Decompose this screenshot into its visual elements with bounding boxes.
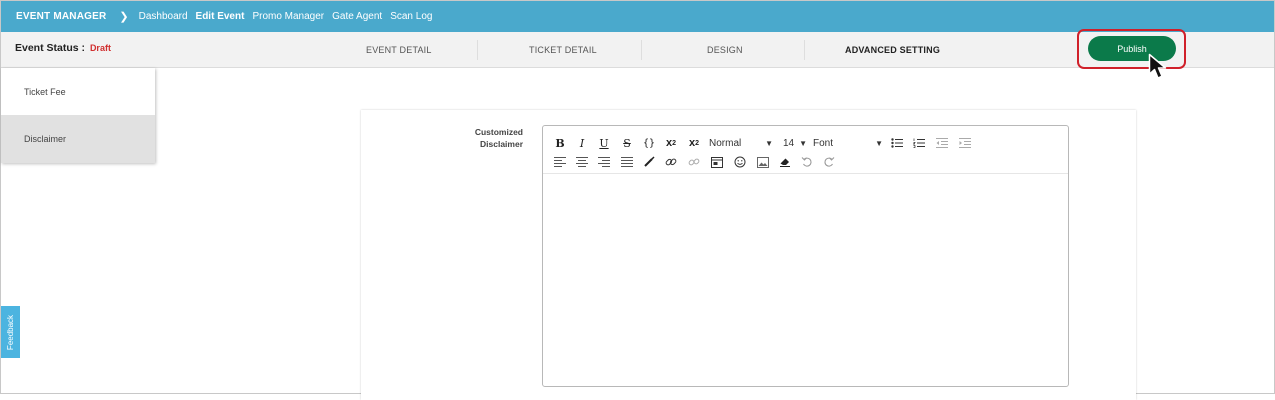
nav-link-edit-event[interactable]: Edit Event bbox=[196, 11, 245, 22]
caret-down-icon: ▼ bbox=[799, 138, 807, 148]
disclaimer-field-label: Customized Disclaimer bbox=[460, 126, 523, 150]
sidebar-item-disclaimer[interactable]: Disclaimer bbox=[1, 115, 155, 163]
format-select[interactable]: Normal ▼ bbox=[709, 135, 775, 151]
tab-design[interactable]: DESIGN bbox=[707, 45, 743, 55]
field-label-line: Disclaimer bbox=[480, 139, 523, 149]
event-status-label: Event Status : bbox=[15, 42, 86, 54]
bullet-list-icon[interactable] bbox=[888, 135, 906, 151]
editor-toolbar: B I U S {} x2 x2 Normal ▼ 14 ▼ Font ▼ bbox=[543, 126, 1068, 174]
rich-text-editor: B I U S {} x2 x2 Normal ▼ 14 ▼ Font ▼ bbox=[542, 125, 1069, 387]
sidebar-item-ticket-fee[interactable]: Ticket Fee bbox=[1, 68, 155, 115]
event-sub-header: Event Status : Draft EVENT DETAIL TICKET… bbox=[1, 29, 1274, 69]
caret-down-icon: ▼ bbox=[765, 138, 773, 148]
italic-icon[interactable]: I bbox=[573, 135, 591, 151]
strikethrough-icon[interactable]: S bbox=[618, 135, 636, 151]
align-right-icon[interactable] bbox=[595, 154, 613, 170]
align-center-icon[interactable] bbox=[573, 154, 591, 170]
feedback-tab[interactable]: Feedback bbox=[1, 306, 20, 358]
nav-link-promo-manager[interactable]: Promo Manager bbox=[252, 11, 324, 22]
tab-divider bbox=[477, 40, 478, 60]
font-family-select[interactable]: Font ▼ bbox=[813, 135, 885, 151]
tab-divider bbox=[641, 40, 642, 60]
redo-icon[interactable] bbox=[820, 154, 838, 170]
align-left-icon[interactable] bbox=[551, 154, 569, 170]
indent-icon[interactable] bbox=[956, 135, 974, 151]
align-justify-icon[interactable] bbox=[618, 154, 636, 170]
tab-advanced-setting[interactable]: ADVANCED SETTING bbox=[845, 45, 940, 55]
numbered-list-icon[interactable] bbox=[910, 135, 928, 151]
mouse-cursor-icon bbox=[1148, 53, 1167, 79]
event-status: Event Status : Draft bbox=[15, 42, 111, 54]
event-status-badge: Draft bbox=[89, 43, 111, 53]
feedback-label: Feedback bbox=[6, 314, 16, 350]
nav-link-dashboard[interactable]: Dashboard bbox=[139, 11, 188, 22]
font-size-select[interactable]: 14 ▼ bbox=[783, 135, 809, 151]
field-label-line: Customized bbox=[474, 127, 523, 137]
font-size-select-value: 14 bbox=[783, 137, 795, 149]
caret-down-icon: ▼ bbox=[875, 138, 883, 148]
unlink-icon[interactable] bbox=[685, 154, 703, 170]
code-block-icon[interactable]: {} bbox=[640, 135, 658, 151]
top-nav-bar: EVENT MANAGER ❯ Dashboard Edit Event Pro… bbox=[1, 1, 1274, 32]
outdent-icon[interactable] bbox=[933, 135, 951, 151]
underline-icon[interactable]: U bbox=[595, 135, 613, 151]
tab-ticket-detail[interactable]: TICKET DETAIL bbox=[529, 45, 597, 55]
bold-icon[interactable]: B bbox=[551, 135, 569, 151]
tab-event-detail[interactable]: EVENT DETAIL bbox=[366, 45, 432, 55]
superscript-icon[interactable]: x2 bbox=[662, 135, 680, 151]
text-color-icon[interactable] bbox=[640, 154, 658, 170]
nav-link-scan-log[interactable]: Scan Log bbox=[390, 11, 432, 22]
settings-sidebar: Ticket Fee Disclaimer bbox=[1, 68, 155, 163]
chevron-right-icon: ❯ bbox=[119, 11, 129, 23]
emoji-icon[interactable] bbox=[731, 154, 749, 170]
tab-divider bbox=[804, 40, 805, 60]
format-select-value: Normal bbox=[709, 137, 742, 149]
embed-media-icon[interactable] bbox=[708, 154, 726, 170]
link-icon[interactable] bbox=[662, 154, 680, 170]
font-family-select-value: Font bbox=[813, 137, 834, 149]
eraser-icon[interactable] bbox=[776, 154, 794, 170]
subscript-icon[interactable]: x2 bbox=[685, 135, 703, 151]
image-icon[interactable] bbox=[754, 154, 772, 170]
editor-content-area[interactable] bbox=[543, 175, 1068, 386]
brand-title: EVENT MANAGER bbox=[16, 11, 107, 22]
nav-link-gate-agent[interactable]: Gate Agent bbox=[332, 11, 382, 22]
undo-icon[interactable] bbox=[798, 154, 816, 170]
